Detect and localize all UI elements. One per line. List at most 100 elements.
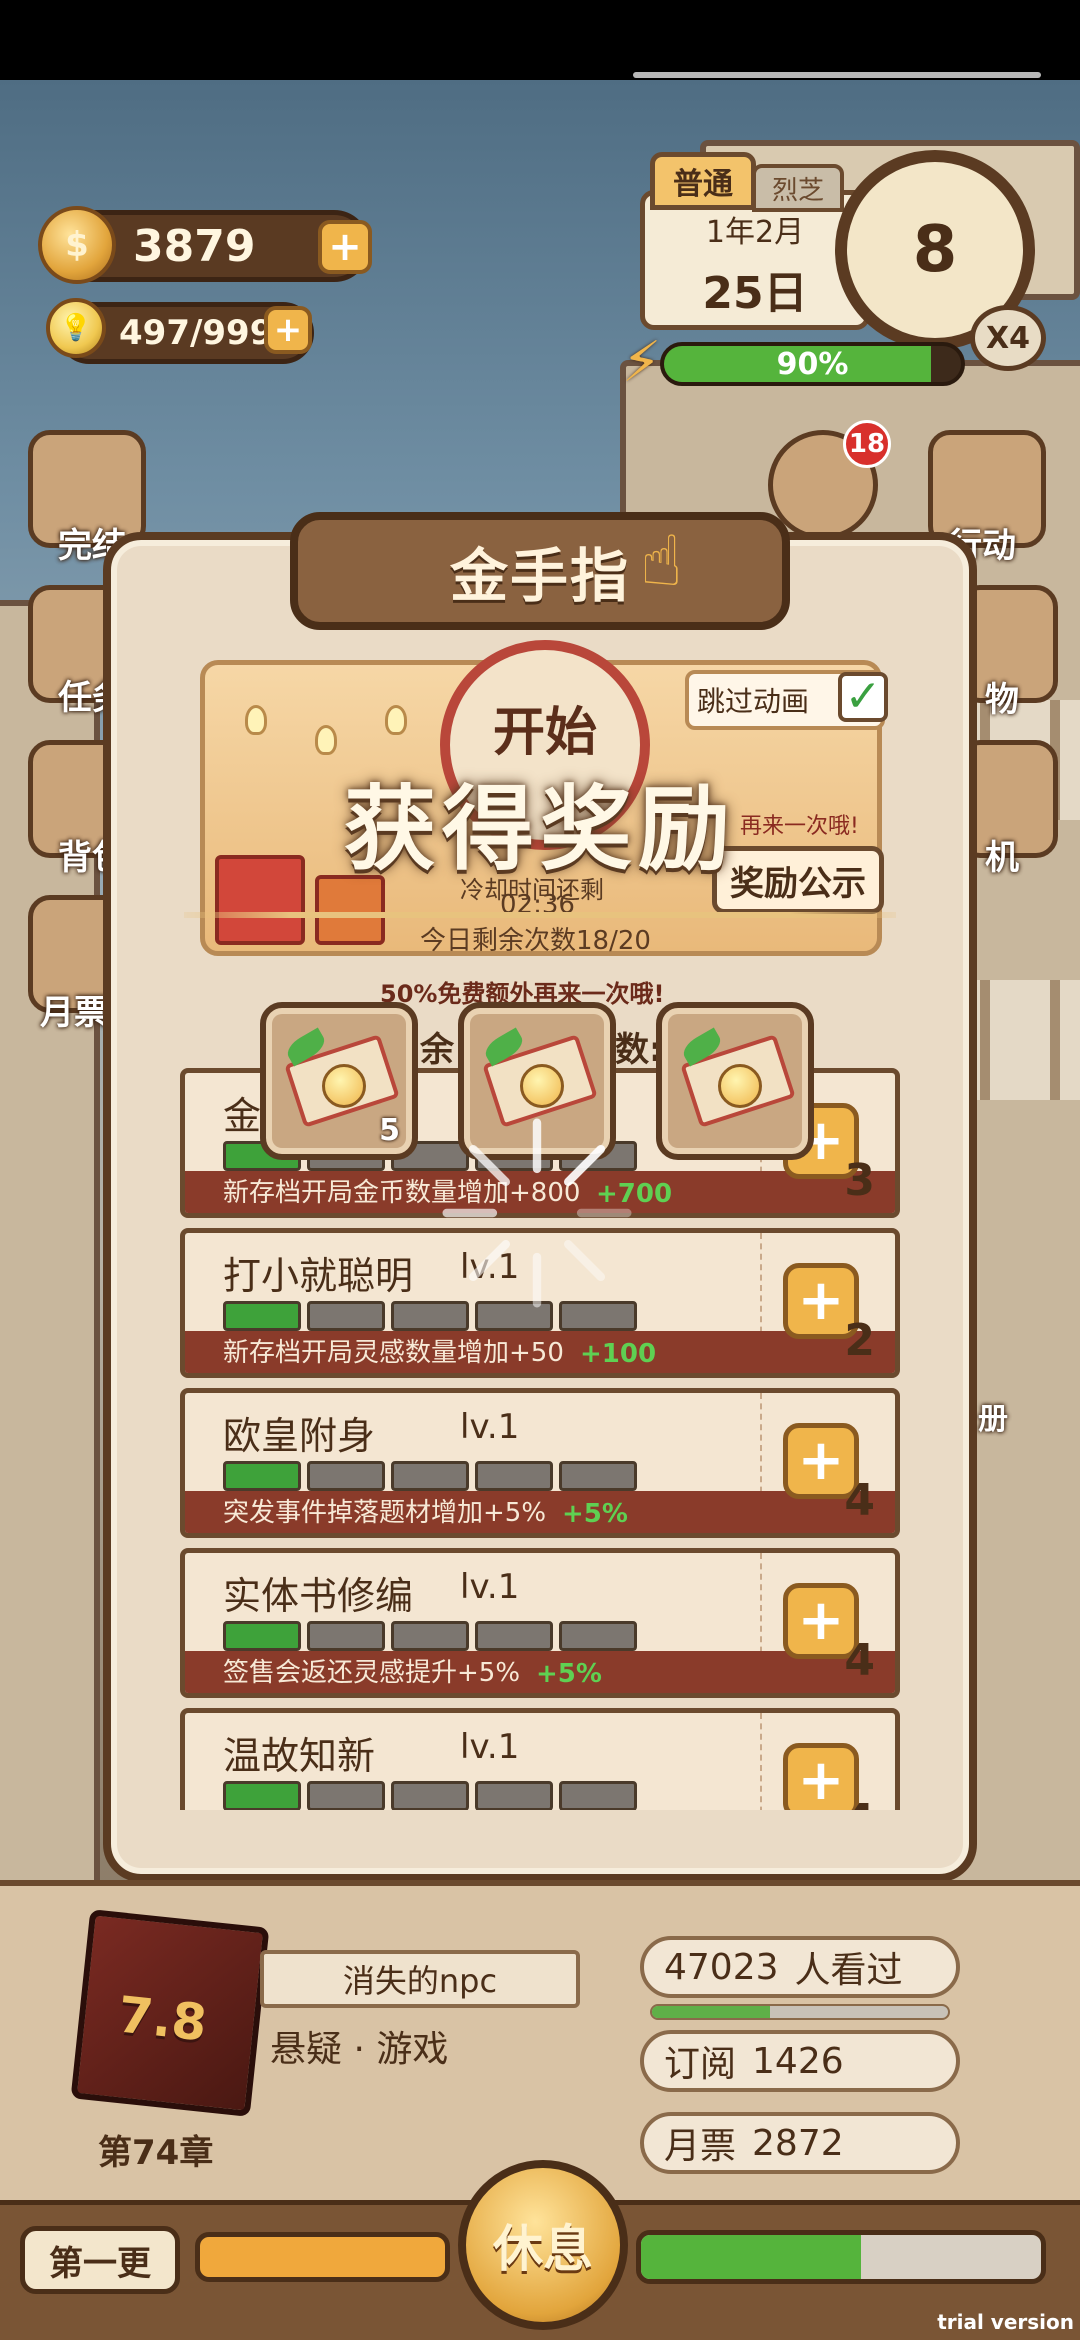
skill-description: 突发事件掉落题材增加+5% [223, 1498, 547, 1528]
row-divider [760, 1393, 762, 1503]
level-segment [391, 1461, 469, 1491]
notification-badge: 18 [843, 420, 891, 468]
level-segment [223, 1461, 301, 1491]
checkmark-icon[interactable]: ✓ [838, 672, 888, 722]
energy-bar: 90% [660, 342, 965, 386]
lightbulb-icon [718, 1064, 762, 1108]
start-label: 开始 [492, 703, 597, 763]
subscribe-label: 订阅 [664, 2044, 737, 2085]
energy-percent: 90% [776, 346, 849, 382]
loading-spinner-icon [442, 1118, 632, 1308]
level-segment [559, 1621, 637, 1651]
reward-divider [184, 912, 896, 918]
subscribe-stat: 订阅 1426 [640, 2030, 960, 2092]
skill-row: 实体书修编 lv.1 签售会返还灵感提升+5% +5% + 4 [180, 1548, 900, 1698]
level-segment [307, 1621, 385, 1651]
level-segment [223, 1781, 301, 1810]
level-segment [307, 1301, 385, 1331]
dialog-title-plate: 金手指 [290, 512, 790, 630]
upgrade-cost: 4 [844, 1475, 875, 1526]
add-coins-button[interactable]: + [318, 220, 372, 274]
skill-row: 温故知新 lv.1 + 4 [180, 1708, 900, 1810]
tab-normal-mode[interactable]: 普通 [650, 152, 756, 210]
skill-name: 欧皇附身 [223, 1414, 376, 1458]
monthly-ticket-label: 月票 [664, 2126, 737, 2167]
level-segment [475, 1621, 553, 1651]
coin-value: 3879 [133, 220, 256, 272]
upgrade-cost: 4 [844, 1795, 875, 1810]
skill-name: 实体书修编 [223, 1574, 414, 1618]
level-segment [391, 1781, 469, 1810]
row-divider [760, 1233, 762, 1343]
skill-bonus: +5% [536, 1659, 602, 1689]
skill-name: 打小就聪明 [223, 1254, 414, 1298]
level-segment [307, 1781, 385, 1810]
monthly-ticket-stat: 月票 2872 [640, 2112, 960, 2174]
book-genre: 悬疑 · 游戏 [270, 2029, 449, 2070]
spinner-stroke [563, 1239, 606, 1282]
level-segment [307, 1461, 385, 1491]
reward-item-count: 5 [379, 1113, 400, 1148]
upgrade-cost: 2 [844, 1315, 875, 1366]
views-progress [650, 2004, 950, 2020]
level-segment [559, 1461, 637, 1491]
lightbulb-icon [322, 1064, 366, 1108]
skill-name: 金 [223, 1094, 262, 1138]
sidebar-label-monthly: 月票 [40, 993, 108, 1033]
spinner-stroke [468, 1144, 511, 1187]
subscribe-value: 1426 [752, 2040, 844, 2082]
status-indicator-line [633, 72, 1041, 78]
skip-animation-label: 跳过动画 [697, 685, 810, 718]
views-stat: 47023 人看过 [640, 1936, 960, 1998]
skill-bonus: +5% [562, 1499, 628, 1529]
pointing-hand-icon: ☝ [640, 520, 683, 602]
sidebar-label-book: 册 [978, 1402, 1008, 1437]
date-month: 1年2月 [705, 215, 805, 250]
lightbulb-icon: 💡 [46, 298, 106, 358]
trial-watermark: trial version [937, 2310, 1074, 2334]
spinner-stroke [563, 1144, 606, 1187]
rest-button[interactable]: 休息 [458, 2160, 628, 2330]
level-segment [475, 1461, 553, 1491]
add-inspiration-button[interactable]: + [264, 306, 312, 354]
upgrade-cost: 4 [844, 1635, 875, 1686]
level-segment [559, 1781, 637, 1810]
tab-other-mode[interactable]: 烈芝 [752, 164, 844, 212]
speed-toggle-button[interactable]: X4 [970, 305, 1046, 371]
views-value: 47023 [664, 1946, 779, 1988]
status-bar [0, 0, 1080, 80]
skill-level-bar [223, 1461, 637, 1491]
dialog-title: 金手指 [449, 542, 630, 610]
spinner-stroke [468, 1239, 511, 1282]
date-day: 25日 [702, 268, 808, 319]
reward-item: 5 [260, 1002, 418, 1160]
skill-row: 欧皇附身 lv.1 突发事件掉落题材增加+5% +5% + 4 [180, 1388, 900, 1538]
clock-hour: 8 [912, 213, 958, 287]
lightbulb-icon [520, 1064, 564, 1108]
level-segment [223, 1301, 301, 1331]
monthly-ticket-value: 2872 [752, 2122, 844, 2164]
chapter-label: 第74章 [98, 2133, 214, 2173]
book-score: 7.8 [115, 1985, 210, 2053]
reward-title: 获得奖励 [343, 776, 736, 883]
skill-name: 温故知新 [223, 1734, 376, 1778]
upgrade-cost: 3 [844, 1155, 875, 1206]
skill-level: lv.1 [460, 1567, 520, 1607]
skill-bonus: +100 [580, 1339, 657, 1369]
level-segment [223, 1621, 301, 1651]
skill-description: 新存档开局灵感数量增加+50 [223, 1338, 564, 1368]
inspiration-value: 497/999 [119, 313, 274, 353]
first-update-button[interactable]: 第一更 [20, 2226, 180, 2294]
skill-level-bar [223, 1781, 637, 1810]
row-divider [760, 1553, 762, 1663]
skill-level: lv.1 [460, 1727, 520, 1767]
row-divider [760, 1713, 762, 1810]
level-segment [391, 1621, 469, 1651]
reward-item [656, 1002, 814, 1160]
sidebar-label-shop: 物 [985, 680, 1019, 720]
views-label: 人看过 [794, 1950, 903, 1991]
writing-progress-bar [195, 2232, 450, 2282]
remaining-label: 余 [420, 1030, 454, 1070]
remaining-today: 今日剩余次数18/20 [420, 926, 651, 956]
book-title: 消失的npc [260, 1950, 580, 2008]
